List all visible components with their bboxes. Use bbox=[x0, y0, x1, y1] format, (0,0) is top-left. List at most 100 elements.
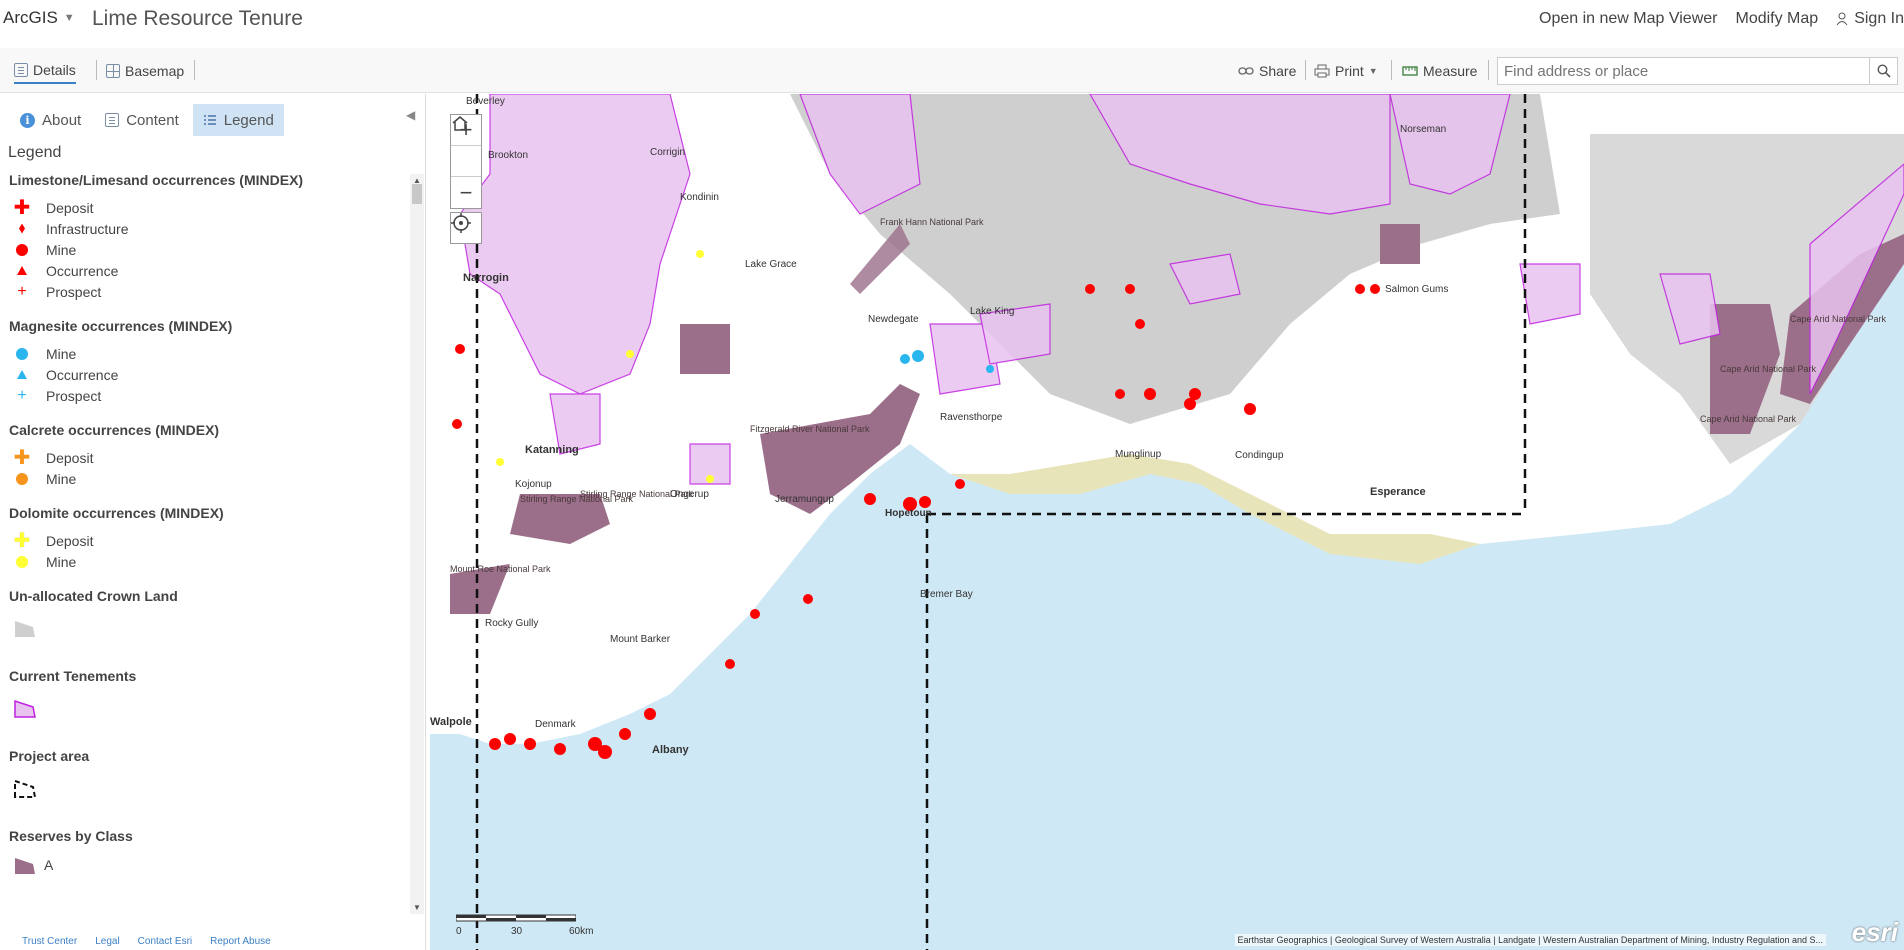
legend-item: ✚ Deposit bbox=[9, 197, 408, 218]
town-label: Brookton bbox=[488, 150, 529, 161]
contact-esri-link[interactable]: Contact Esri bbox=[138, 936, 192, 947]
legend-item: + Prospect bbox=[9, 385, 408, 406]
legend-group-magnesite: Magnesite occurrences (MINDEX) Mine Occu… bbox=[0, 318, 408, 406]
legend-group-title: Current Tenements bbox=[9, 668, 137, 684]
park-label: Cape Arid National Park bbox=[1700, 414, 1797, 424]
legend-group-title: Un-allocated Crown Land bbox=[9, 588, 178, 604]
mine-symbol bbox=[750, 609, 760, 619]
tab-about[interactable]: i About bbox=[10, 104, 91, 136]
town-label: Lake King bbox=[970, 306, 1015, 317]
legal-link[interactable]: Legal bbox=[95, 936, 119, 947]
content-list-icon bbox=[105, 113, 120, 127]
sign-in-link[interactable]: Sign In bbox=[1836, 10, 1904, 28]
mine-symbol bbox=[919, 496, 931, 508]
mine-symbol bbox=[955, 479, 965, 489]
arcgis-brand-menu[interactable]: ArcGIS ▼ bbox=[3, 8, 75, 28]
dolomite-symbol bbox=[696, 250, 704, 258]
town-label: Jerramungup bbox=[775, 494, 834, 505]
legend-item-label: Mine bbox=[46, 241, 77, 258]
legend-item-label: Prospect bbox=[46, 283, 102, 300]
cyan-plus-icon: + bbox=[17, 386, 27, 404]
town-label: Condingup bbox=[1235, 450, 1284, 461]
map-toolbar: Details Basemap Share Print ▼ Measure bbox=[0, 48, 1904, 93]
mine-symbol bbox=[1244, 403, 1256, 415]
town-label: Mount Barker bbox=[610, 634, 671, 645]
map-view[interactable]: Frank Hann National Park Fitzgerald Rive… bbox=[430, 94, 1904, 950]
magnesite-symbol bbox=[900, 354, 910, 364]
park-label: Cape Arid National Park bbox=[1790, 314, 1887, 324]
scale-label: 60km bbox=[569, 926, 594, 937]
legend-item-label: A bbox=[44, 857, 54, 873]
town-label: Ongerup bbox=[670, 489, 709, 500]
zoom-out-button[interactable]: − bbox=[451, 177, 481, 208]
search-input[interactable] bbox=[1497, 57, 1870, 85]
crown-land-swatch-icon bbox=[15, 621, 35, 637]
mine-symbol bbox=[524, 738, 536, 750]
legend-group-crown-land: Un-allocated Crown Land bbox=[0, 588, 408, 652]
red-circle-icon bbox=[11, 243, 33, 256]
tab-content[interactable]: Content bbox=[95, 104, 189, 136]
page-title: Lime Resource Tenure bbox=[92, 7, 303, 30]
basemap-button[interactable]: Basemap bbox=[106, 58, 184, 84]
mine-symbol bbox=[598, 745, 612, 759]
scrollbar-thumb[interactable] bbox=[412, 184, 422, 204]
brand-label: ArcGIS bbox=[3, 8, 58, 27]
details-button[interactable]: Details bbox=[14, 58, 76, 84]
tab-content-label: Content bbox=[126, 111, 179, 129]
mine-symbol bbox=[504, 733, 516, 745]
dolomite-symbol bbox=[706, 475, 714, 483]
modify-map-link[interactable]: Modify Map bbox=[1735, 10, 1818, 28]
zoom-controls: + − bbox=[450, 114, 482, 209]
cyan-triangle-icon bbox=[11, 370, 33, 379]
legend-item: Occurrence bbox=[9, 364, 408, 385]
locate-button[interactable] bbox=[450, 212, 482, 244]
measure-button[interactable]: Measure bbox=[1402, 58, 1477, 84]
scale-label: 0 bbox=[456, 926, 462, 937]
legend-item: + Prospect bbox=[9, 281, 408, 302]
scale-bar-graphic bbox=[456, 914, 576, 922]
mine-symbol bbox=[864, 493, 876, 505]
sign-in-label: Sign In bbox=[1854, 10, 1904, 27]
legend-group-tenements: Current Tenements bbox=[0, 668, 408, 732]
locate-icon bbox=[451, 213, 471, 233]
esri-logo: esri bbox=[1851, 917, 1898, 947]
red-plus-icon: + bbox=[17, 282, 27, 300]
legend-item: ✚ Deposit bbox=[9, 447, 408, 468]
tab-legend[interactable]: Legend bbox=[192, 104, 284, 136]
map-attribution: Earthstar Geographics | Geological Surve… bbox=[1234, 934, 1826, 946]
trust-center-link[interactable]: Trust Center bbox=[22, 936, 77, 947]
legend-item-label: Prospect bbox=[46, 387, 102, 404]
print-button[interactable]: Print ▼ bbox=[1314, 58, 1378, 84]
yellow-circle-icon bbox=[11, 555, 33, 568]
mine-symbol bbox=[1189, 388, 1201, 400]
toolbar-divider bbox=[194, 60, 195, 80]
mine-symbol bbox=[489, 738, 501, 750]
legend-item-label: Deposit bbox=[46, 532, 94, 549]
town-label: Albany bbox=[652, 744, 689, 756]
tenement-area bbox=[1519, 263, 1581, 325]
legend-item-label: Deposit bbox=[46, 199, 94, 216]
legend-group-title: Project area bbox=[9, 748, 90, 764]
mine-symbol bbox=[1135, 319, 1145, 329]
share-button[interactable]: Share bbox=[1238, 58, 1296, 84]
collapse-panel-button[interactable]: ◀ bbox=[406, 108, 415, 122]
town-label: Katanning bbox=[525, 444, 579, 456]
header-actions: Open in new Map Viewer Modify Map Sign I… bbox=[1539, 10, 1904, 28]
mine-symbol bbox=[1115, 389, 1125, 399]
report-abuse-link[interactable]: Report Abuse bbox=[210, 936, 271, 947]
town-label: Lake Grace bbox=[745, 259, 797, 270]
open-in-new-map-viewer-link[interactable]: Open in new Map Viewer bbox=[1539, 10, 1717, 28]
park-label: Cape Arid National Park bbox=[1720, 364, 1817, 374]
magnesite-symbol bbox=[912, 350, 924, 362]
scroll-down-arrow-icon[interactable]: ▼ bbox=[413, 903, 421, 912]
legend-scrollbar[interactable]: ▲ ▼ bbox=[410, 174, 424, 914]
search-button[interactable] bbox=[1870, 57, 1898, 85]
yellow-cross-icon: ✚ bbox=[13, 529, 31, 552]
legend-item: Occurrence bbox=[9, 260, 408, 281]
details-icon bbox=[14, 63, 28, 77]
mine-symbol bbox=[725, 659, 735, 669]
home-button[interactable] bbox=[451, 116, 481, 177]
legend-group-calcrete: Calcrete occurrences (MINDEX) ✚ Deposit … bbox=[0, 422, 408, 489]
top-header: ArcGIS ▼ Lime Resource Tenure Open in ne… bbox=[0, 0, 1904, 46]
mine-symbol bbox=[1085, 284, 1095, 294]
